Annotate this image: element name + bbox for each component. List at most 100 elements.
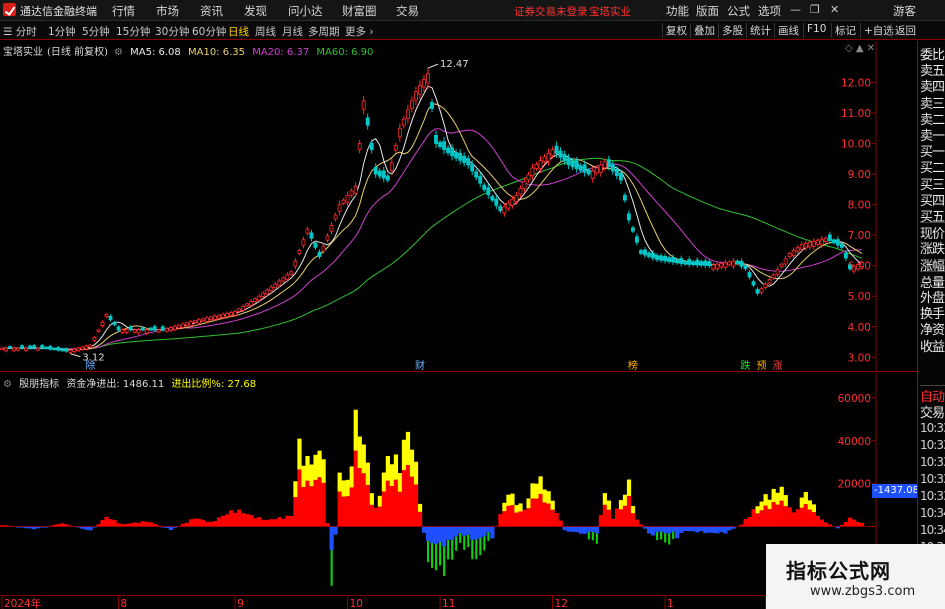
candle-body [301, 239, 306, 246]
outflow-bar [651, 526, 656, 536]
inflow-bar-top [506, 494, 511, 506]
tf-more[interactable]: 更多 › [345, 24, 374, 39]
candle-body [699, 261, 704, 266]
candle-body [233, 311, 238, 316]
ma5-line [2, 85, 863, 351]
inflow-bar [345, 496, 350, 527]
tf-1min[interactable]: 1分钟 [48, 24, 76, 39]
btn-biaoji[interactable]: 标记 [831, 23, 859, 38]
menu-item-gongneng[interactable]: 功能 [666, 3, 689, 19]
outflow-bar [425, 526, 431, 541]
event-marker-22: 除 [85, 359, 95, 372]
restore-icon[interactable]: ❐ [810, 3, 820, 16]
candle-body [156, 329, 161, 333]
candle-body [606, 159, 611, 167]
candle-body [767, 279, 772, 285]
candle-body [835, 239, 840, 246]
inflow-bar-top [409, 449, 415, 477]
candle-body [691, 261, 696, 266]
candle-body [522, 181, 527, 189]
tf-fenshi[interactable]: ☰ 分时 [3, 24, 37, 39]
outflow-bar [659, 526, 664, 532]
candle-body [578, 165, 583, 171]
btn-f10[interactable]: F10 [803, 23, 829, 38]
btn-duogu[interactable]: 多股 [718, 23, 746, 38]
inflow-bar [618, 509, 624, 527]
tf-30min[interactable]: 30分钟 [155, 24, 189, 39]
menu-item-hangqing[interactable]: 行情 [112, 3, 135, 19]
candle-body [393, 145, 398, 151]
candle-body [381, 170, 386, 179]
inflow-bar [261, 519, 266, 527]
candle-body [827, 234, 832, 241]
outflow-bar-bottom [587, 531, 590, 540]
inflow-bar-top [542, 489, 547, 503]
menu-item-faxian[interactable]: 发现 [244, 3, 267, 19]
candle-body [614, 169, 619, 177]
candle-body [196, 319, 201, 324]
inflow-bar [634, 519, 640, 527]
indicator-tick-label: 60000 [838, 393, 871, 405]
inflow-bar-top [349, 466, 354, 488]
tf-daily[interactable]: 日线 [228, 24, 249, 39]
tf-15min[interactable]: 15分钟 [116, 24, 150, 39]
candle-body [92, 337, 97, 341]
menu-item-zixun[interactable]: 资讯 [200, 3, 223, 19]
inflow-bar [217, 517, 222, 527]
inflow-bar [184, 522, 190, 527]
candle-body [60, 348, 65, 352]
inflow-bar-top [301, 465, 306, 488]
menu-item-wenxiaoda[interactable]: 问小达 [288, 3, 323, 19]
candle-body [96, 329, 101, 332]
menu-item-gongshi[interactable]: 公式 [727, 3, 750, 19]
panel-controls[interactable]: ◇ ▲ ✕ [845, 43, 875, 54]
btn-huaxian[interactable]: 画线 [774, 23, 802, 38]
candle-body [811, 240, 816, 247]
indicator-settings-icon[interactable]: ⚙ [3, 379, 12, 390]
btn-back[interactable]: 返回 [891, 23, 919, 38]
inflow-bar-top [293, 481, 298, 498]
price-chart[interactable]: 3.004.005.006.007.008.009.0010.0011.0012… [0, 41, 917, 372]
inflow-bar [602, 504, 608, 527]
outflow-bar-bottom [471, 539, 474, 560]
trade-login-notice[interactable]: 证券交易未登录 [514, 4, 588, 19]
inflow-bar [321, 482, 326, 527]
legend-settings-icon[interactable]: ⚙ [114, 47, 123, 58]
outflow-bar-bottom [330, 550, 333, 586]
tf-5min[interactable]: 5分钟 [82, 24, 110, 39]
outflow-bar [462, 526, 467, 536]
btn-diejia[interactable]: 叠加 [690, 23, 718, 38]
tf-weekly[interactable]: 周线 [255, 24, 276, 39]
inflow-bar-top [550, 500, 555, 510]
inflow-bar-top [417, 503, 423, 512]
menu-item-shichang[interactable]: 市场 [156, 3, 179, 19]
close-icon[interactable]: ✕ [830, 3, 839, 16]
candle-body [715, 263, 720, 270]
candle-body [64, 348, 69, 352]
btn-fuquan[interactable]: 复权 [662, 23, 690, 38]
candle-body [136, 329, 141, 334]
inflow-bar [196, 518, 202, 527]
candle-body [168, 327, 173, 331]
menu-item-xuanxiang[interactable]: 选项 [758, 3, 781, 19]
user-guest[interactable]: 游客 [893, 3, 916, 19]
candle-body [8, 346, 12, 349]
menu-item-jiaoyi[interactable]: 交易 [396, 3, 419, 19]
minimize-icon[interactable]: — [790, 3, 801, 16]
tf-multi-period[interactable]: 多周期 [308, 24, 340, 39]
menu-item-caifuquan[interactable]: 财富圈 [342, 3, 377, 19]
inflow-bar [747, 517, 752, 527]
candle-body [184, 322, 189, 326]
outflow-bar [727, 526, 732, 531]
outflow-bar [478, 526, 483, 538]
tf-60min[interactable]: 60分钟 [192, 24, 226, 39]
candle-body [843, 252, 848, 259]
inflow-bar [104, 516, 109, 527]
menu-item-banmian[interactable]: 版面 [696, 3, 719, 19]
candle-body [639, 250, 643, 254]
inflow-bar [763, 505, 768, 527]
btn-tongji[interactable]: 统计 [746, 23, 774, 38]
inflow-bar [791, 512, 796, 527]
tf-monthly[interactable]: 月线 [282, 24, 303, 39]
sidebar-trade-label[interactable]: 交易 [920, 402, 945, 421]
